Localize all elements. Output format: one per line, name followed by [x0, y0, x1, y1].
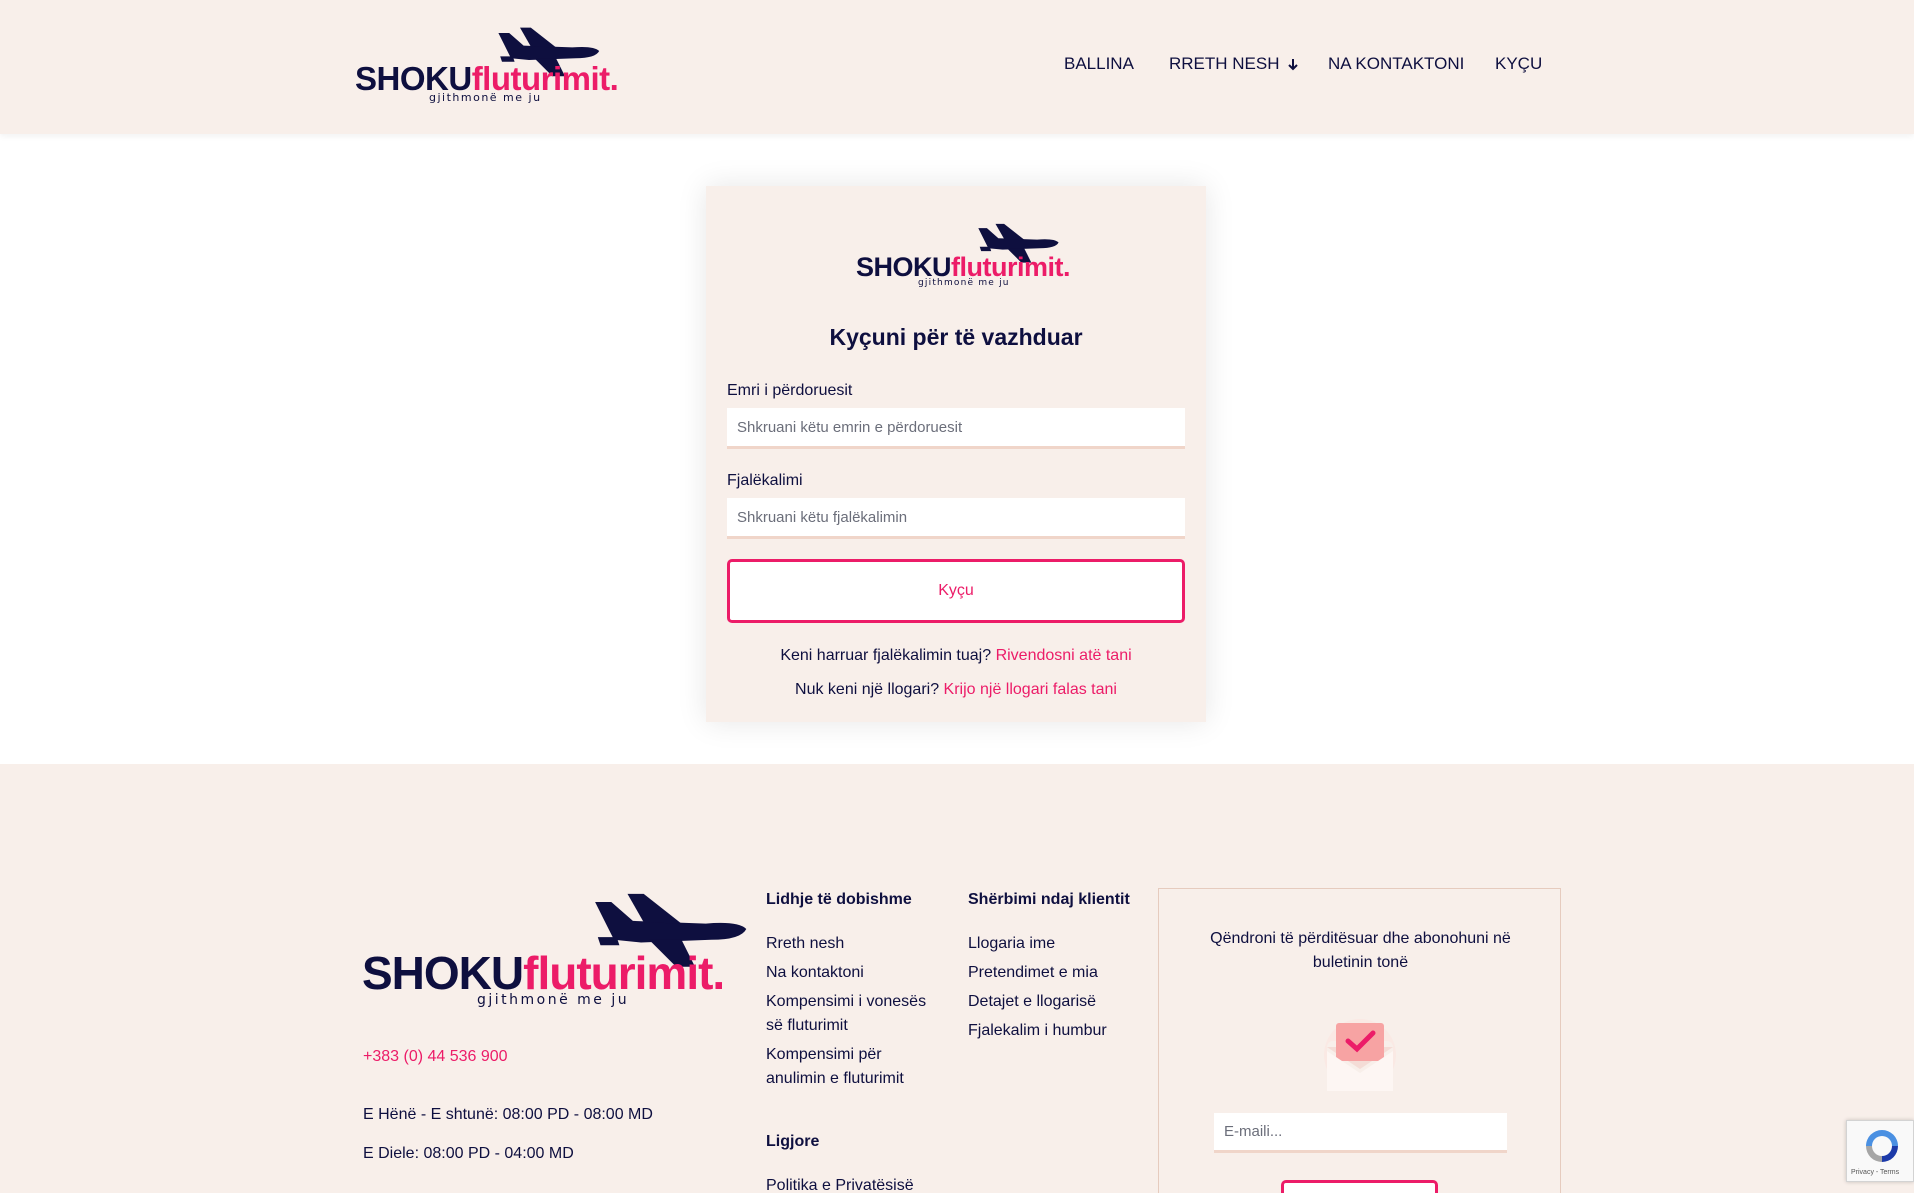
logo-tagline: gjithmonë me ju — [477, 992, 630, 1008]
chevron-down-icon — [1287, 59, 1298, 71]
recaptcha-badge[interactable]: Privacy - Terms — [1846, 1120, 1914, 1182]
newsletter-title: Qëndroni të përditësuar dhe abonohuni në… — [1210, 930, 1511, 971]
envelope-check-icon — [1324, 1019, 1396, 1091]
recaptcha-text: Privacy - Terms — [1851, 1169, 1900, 1176]
nav-item-about[interactable]: RRETH NESH — [1169, 54, 1300, 74]
password-input[interactable] — [727, 498, 1185, 539]
customer-service-title: Shërbimi ndaj klientit — [968, 891, 1130, 908]
footer-link-contact[interactable]: Na kontaktoni — [766, 961, 941, 985]
site-header: SHOKUfluturimit. gjithmonë me ju BALLINA… — [0, 0, 1914, 134]
register-line: Nuk keni një llogari? Krijo një llogari … — [706, 681, 1206, 699]
newsletter-subscribe-button[interactable] — [1281, 1180, 1438, 1193]
hours-weekdays: E Hënë - E shtunë: 08:00 PD - 08:00 MD — [363, 1106, 653, 1123]
logo-tagline: gjithmonë me ju — [429, 91, 542, 104]
site-footer: SHOKUfluturimit. gjithmonë me ju +383 (0… — [0, 764, 1914, 1193]
nav-item-contact[interactable]: NA KONTAKTONI — [1328, 54, 1464, 74]
login-title: Kyçuni për të vazhduar — [829, 324, 1083, 350]
password-label: Fjalëkalimi — [727, 472, 803, 489]
reset-password-link[interactable]: Rivendosni atë tani — [996, 647, 1132, 664]
footer-link-privacy[interactable]: Politika e Privatësisë — [766, 1174, 941, 1193]
site-logo[interactable]: SHOKUfluturimit. gjithmonë me ju — [355, 24, 619, 104]
logo-tagline: gjithmonë me ju — [918, 278, 1010, 288]
footer-link-lost-password[interactable]: Fjalekalim i humbur — [968, 1019, 1107, 1043]
legal-title: Ligjore — [766, 1133, 820, 1150]
nav-item-login[interactable]: KYÇU — [1495, 54, 1542, 74]
register-link[interactable]: Krijo një llogari falas tani — [944, 681, 1117, 698]
card-logo: SHOKUfluturimit. gjithmonë me ju — [856, 221, 1070, 288]
footer-logo[interactable]: SHOKUfluturimit. gjithmonë me ju — [362, 888, 747, 1012]
username-input[interactable] — [727, 408, 1185, 449]
forgot-password-text: Keni harruar fjalëkalimin tuaj? — [780, 647, 992, 664]
register-text: Nuk keni një llogari? — [795, 681, 940, 698]
forgot-password-line: Keni harruar fjalëkalimin tuaj? Rivendos… — [706, 647, 1206, 665]
useful-links-title: Lidhje të dobishme — [766, 891, 912, 908]
footer-link-my-account[interactable]: Llogaria ime — [968, 932, 1055, 956]
nav-item-about-label: RRETH NESH — [1169, 54, 1280, 73]
newsletter-email-input[interactable] — [1214, 1113, 1507, 1153]
newsletter-box: Qëndroni të përditësuar dhe abonohuni në… — [1158, 888, 1561, 1193]
footer-link-account-details[interactable]: Detajet e llogarisë — [968, 990, 1096, 1014]
footer-link-my-claims[interactable]: Pretendimet e mia — [968, 961, 1098, 985]
footer-phone-link[interactable]: +383 (0) 44 536 900 — [363, 1048, 508, 1066]
footer-link-delay-compensation[interactable]: Kompensimi i vonesës së fluturimit — [766, 990, 941, 1038]
footer-link-cancellation-compensation[interactable]: Kompensimi për anulimin e fluturimit — [766, 1043, 941, 1091]
nav-item-home[interactable]: BALLINA — [1064, 54, 1134, 74]
username-label: Emri i përdoruesit — [727, 382, 853, 399]
login-button[interactable]: Kyçu — [727, 559, 1185, 623]
hours-sunday: E Diele: 08:00 PD - 04:00 MD — [363, 1145, 574, 1162]
login-card: SHOKUfluturimit. gjithmonë me ju Kyçuni … — [706, 186, 1206, 722]
recaptcha-icon — [1866, 1130, 1898, 1162]
footer-link-about[interactable]: Rreth nesh — [766, 932, 941, 956]
